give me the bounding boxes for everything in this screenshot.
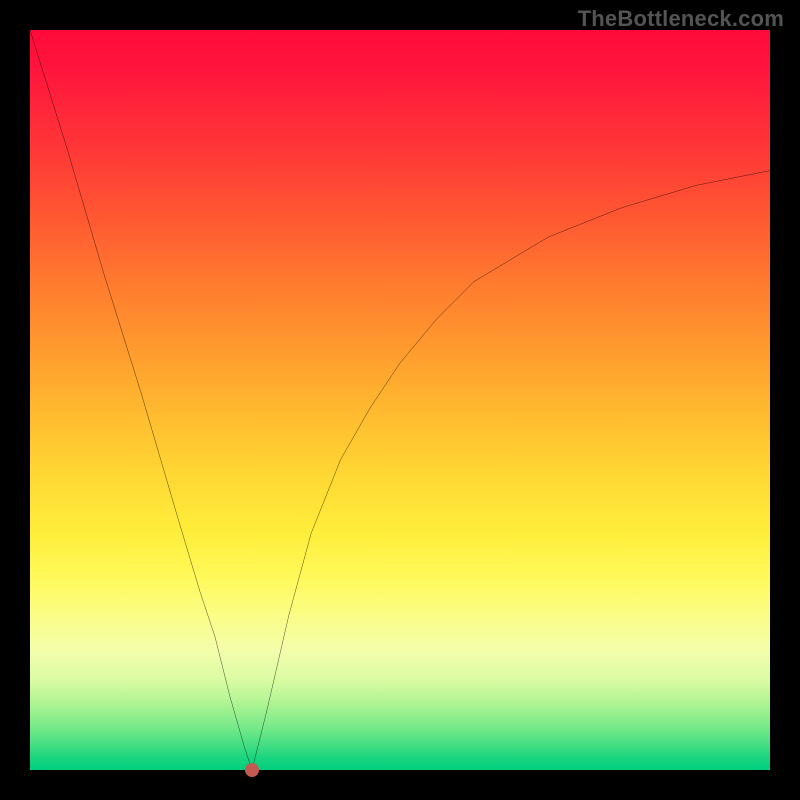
chart-frame: TheBottleneck.com (0, 0, 800, 800)
watermark-label: TheBottleneck.com (578, 6, 784, 32)
plot-area (30, 30, 770, 770)
bottleneck-curve (30, 30, 770, 770)
optimal-point-marker (245, 763, 259, 777)
